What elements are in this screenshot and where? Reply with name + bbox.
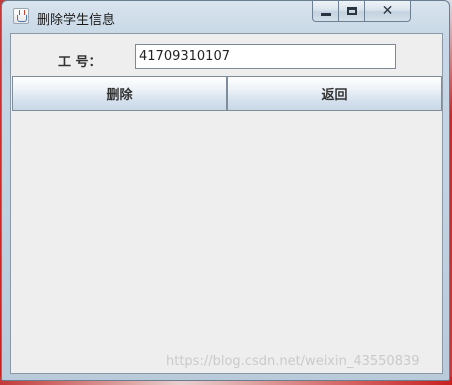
window-title: 删除学生信息 <box>37 13 116 28</box>
minimize-icon <box>320 12 331 16</box>
java-cup-icon[interactable] <box>13 8 29 24</box>
employee-id-label: 工 号： <box>58 55 102 70</box>
maximize-icon <box>346 7 357 15</box>
maximize-button[interactable] <box>338 1 365 22</box>
delete-button[interactable]: 删除 <box>12 76 227 111</box>
title-bar[interactable]: 删除学生信息 ✕ <box>2 1 449 33</box>
close-button[interactable]: ✕ <box>364 1 411 22</box>
content-panel: 工 号： 删除 返回 <box>10 33 443 374</box>
watermark: https://blog.csdn.net/weixin_43550839 <box>166 354 420 369</box>
employee-id-input[interactable] <box>135 44 396 69</box>
back-button[interactable]: 返回 <box>227 76 442 111</box>
close-icon: ✕ <box>381 3 394 19</box>
minimize-button[interactable] <box>312 1 339 22</box>
delete-student-window: 删除学生信息 ✕ 工 号： 删除 返回 <box>1 0 450 381</box>
